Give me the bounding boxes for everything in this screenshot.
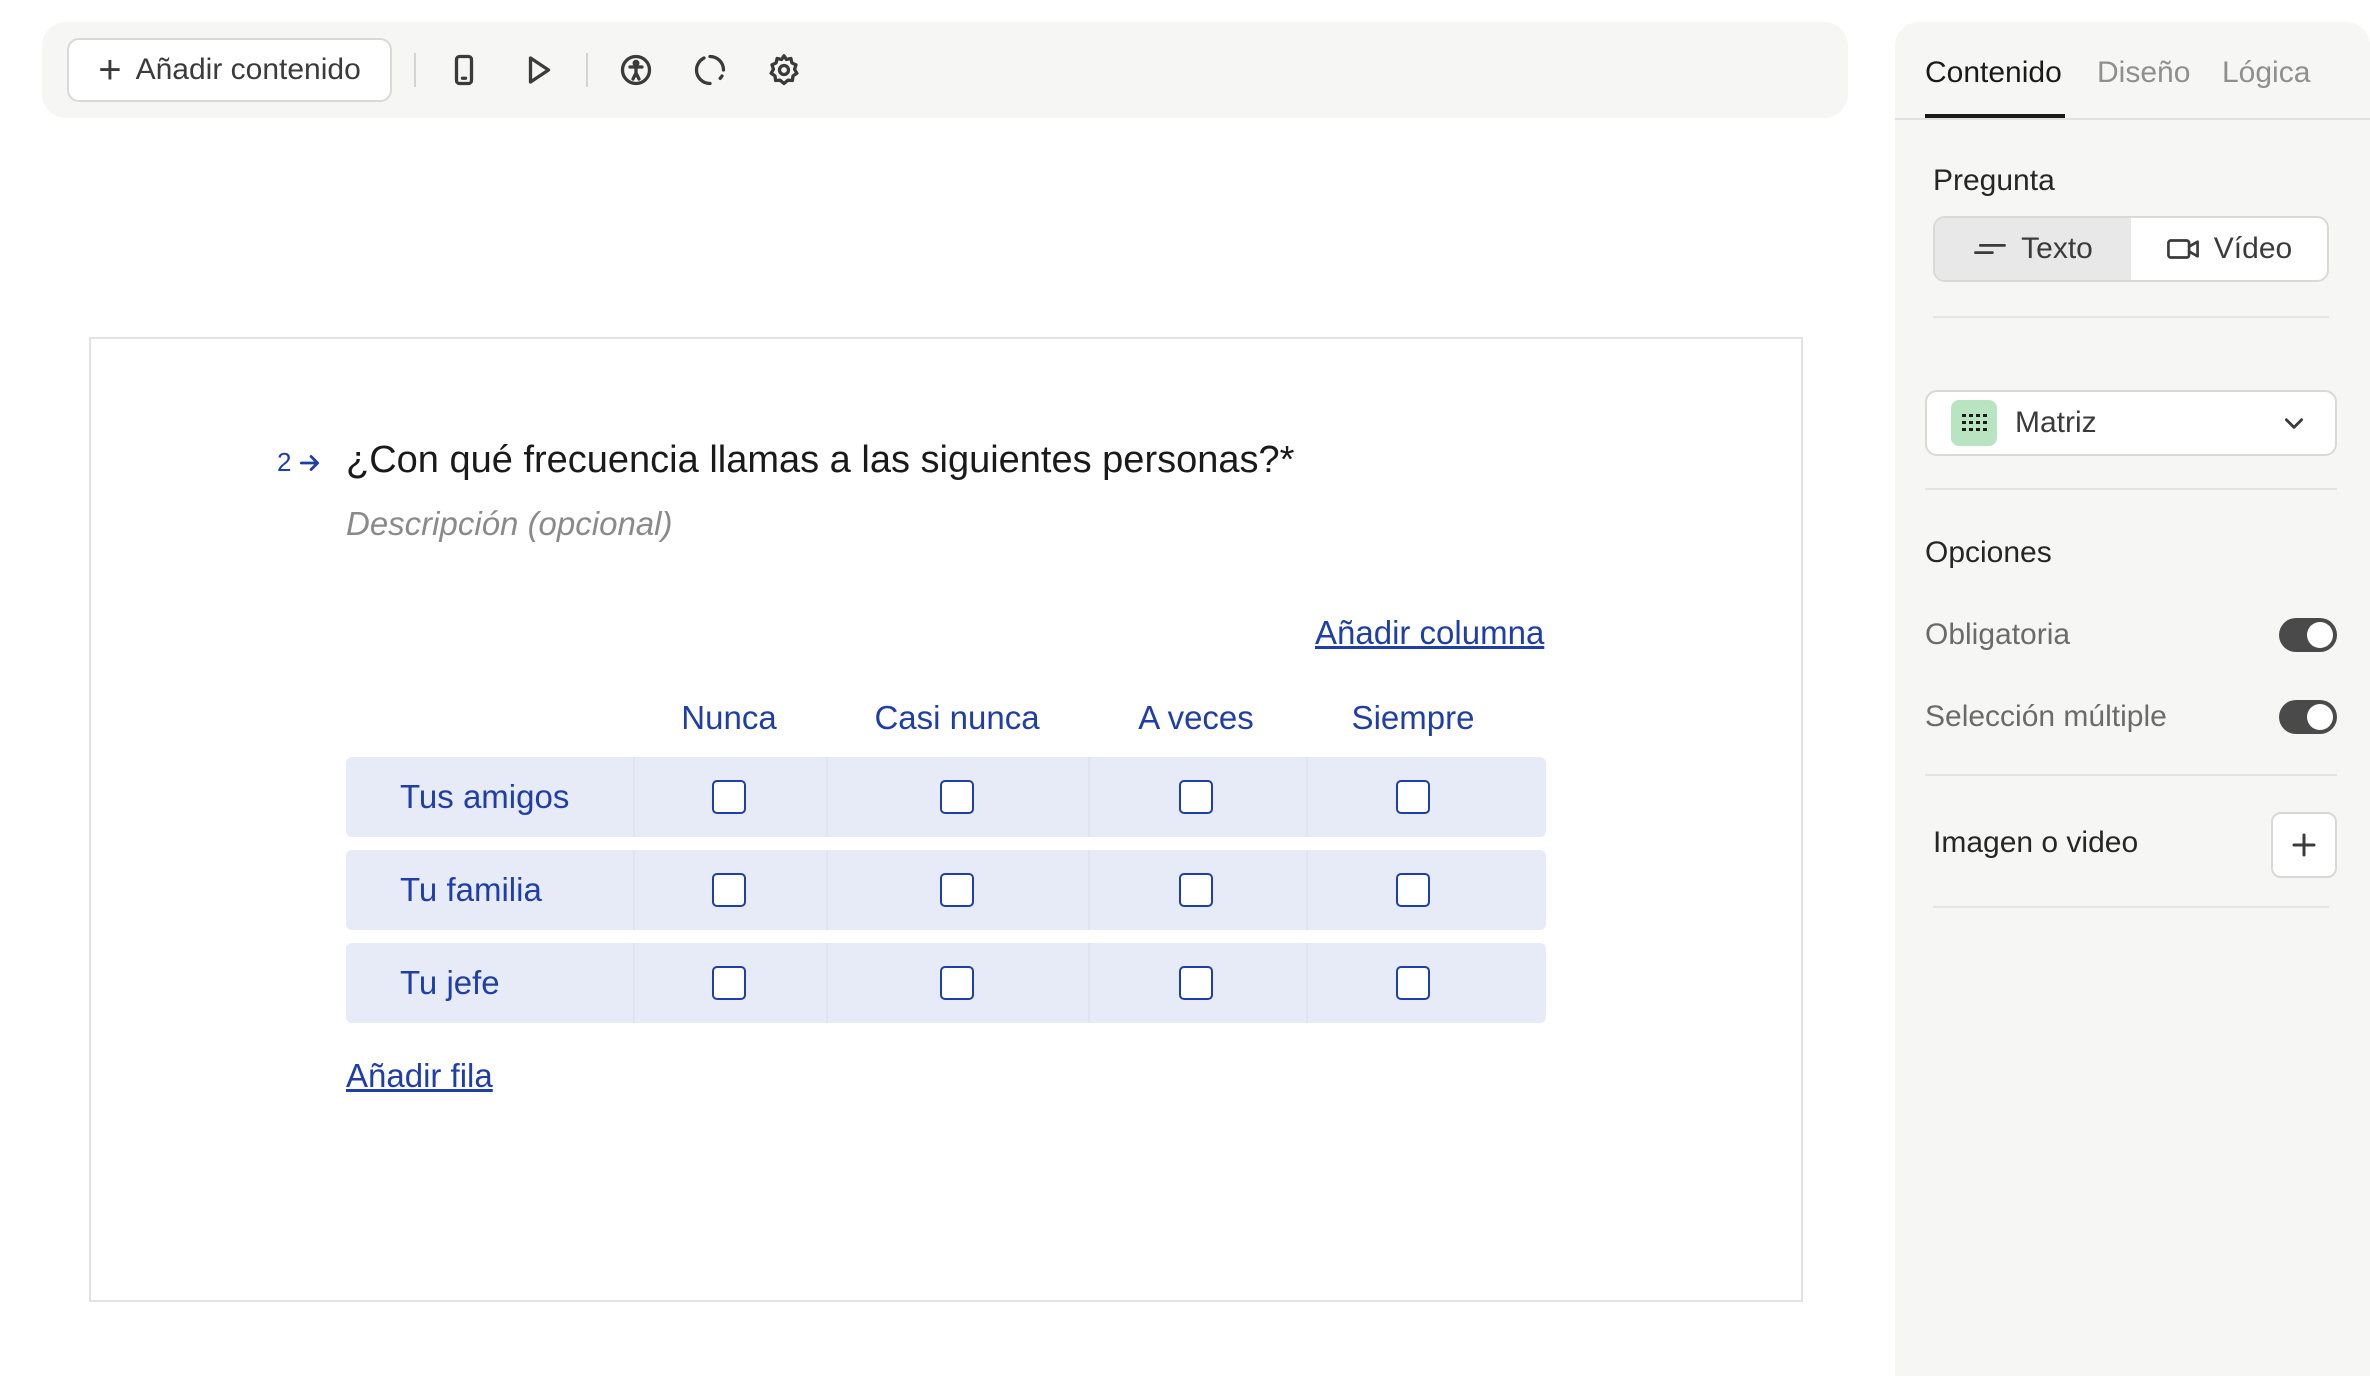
- add-row-link[interactable]: Añadir fila: [346, 1057, 493, 1095]
- question-format-toggle: Texto Vídeo: [1933, 216, 2329, 282]
- column-separator: [826, 757, 828, 837]
- matrix-checkbox[interactable]: [1396, 966, 1430, 1000]
- plus-icon: [2292, 833, 2316, 857]
- panel-divider: [1925, 774, 2337, 776]
- play-icon[interactable]: [512, 44, 564, 96]
- matrix-checkbox[interactable]: [1179, 966, 1213, 1000]
- column-header[interactable]: A veces: [1138, 699, 1254, 737]
- accessibility-icon[interactable]: [610, 44, 662, 96]
- format-text-label: Texto: [2021, 232, 2093, 265]
- column-header[interactable]: Siempre: [1352, 699, 1475, 737]
- mobile-preview-icon[interactable]: [438, 44, 490, 96]
- matrix-row: Tu familia: [346, 850, 1546, 930]
- properties-panel: Contenido Diseño Lógica Pregunta Texto V…: [1895, 22, 2370, 1376]
- matrix-grid-icon: [1951, 400, 1997, 446]
- matrix-checkbox[interactable]: [940, 966, 974, 1000]
- chevron-down-icon: [2285, 418, 2303, 429]
- question-number: 2: [277, 447, 323, 478]
- toolbar-divider: [414, 53, 416, 87]
- column-separator: [826, 850, 828, 930]
- matrix-checkbox[interactable]: [940, 873, 974, 907]
- column-separator: [633, 943, 635, 1023]
- column-separator: [1306, 850, 1308, 930]
- tab-logic[interactable]: Lógica: [2222, 56, 2310, 90]
- options-label: Opciones: [1925, 536, 2052, 569]
- matrix-checkbox[interactable]: [1179, 780, 1213, 814]
- panel-divider: [1933, 316, 2329, 318]
- active-tab-indicator: [1925, 114, 2065, 118]
- add-content-label: Añadir contenido: [135, 53, 361, 86]
- column-separator: [1088, 850, 1090, 930]
- form-editor: + Añadir contenido 2 ¿Con qué frecuencia…: [0, 0, 2370, 1376]
- toolbar-divider: [586, 53, 588, 87]
- plus-icon: +: [98, 48, 122, 92]
- panel-tabs: Contenido Diseño Lógica: [1895, 22, 2370, 120]
- settings-icon[interactable]: [758, 44, 810, 96]
- matrix-row: Tus amigos: [346, 757, 1546, 837]
- question-label: Pregunta: [1933, 164, 2055, 197]
- matrix-checkbox[interactable]: [712, 873, 746, 907]
- text-lines-icon: [1974, 244, 2007, 254]
- matrix-grid: Nunca Casi nunca A veces Siempre Tus ami…: [346, 699, 1546, 1036]
- column-separator: [1088, 943, 1090, 1023]
- video-camera-icon: [2166, 239, 2199, 259]
- loading-icon[interactable]: [684, 44, 736, 96]
- matrix-checkbox[interactable]: [1396, 780, 1430, 814]
- multi-select-toggle[interactable]: [2279, 700, 2337, 734]
- toggle-knob: [2307, 704, 2333, 730]
- column-separator: [633, 757, 635, 837]
- add-media-button[interactable]: [2271, 812, 2337, 878]
- column-separator: [1306, 943, 1308, 1023]
- column-header[interactable]: Casi nunca: [874, 699, 1039, 737]
- required-option: Obligatoria: [1925, 618, 2337, 658]
- required-label: Obligatoria: [1925, 618, 2071, 651]
- matrix-row: Tu jefe: [346, 943, 1546, 1023]
- question-type-select[interactable]: Matriz: [1925, 390, 2337, 456]
- media-option: Imagen o video: [1933, 812, 2337, 878]
- panel-divider: [1933, 906, 2329, 908]
- column-separator: [633, 850, 635, 930]
- add-content-button[interactable]: + Añadir contenido: [67, 38, 392, 102]
- matrix-checkbox[interactable]: [712, 780, 746, 814]
- question-card: 2 ¿Con qué frecuencia llamas a las sigui…: [89, 337, 1803, 1302]
- matrix-checkbox[interactable]: [1179, 873, 1213, 907]
- matrix-checkbox[interactable]: [1396, 873, 1430, 907]
- editor-toolbar: + Añadir contenido: [42, 22, 1848, 118]
- required-toggle[interactable]: [2279, 618, 2337, 652]
- tab-content[interactable]: Contenido: [1925, 56, 2062, 90]
- arrow-right-icon: [300, 454, 320, 471]
- column-separator: [826, 943, 828, 1023]
- column-header[interactable]: Nunca: [681, 699, 776, 737]
- matrix-checkbox[interactable]: [712, 966, 746, 1000]
- row-label[interactable]: Tu familia: [400, 871, 542, 909]
- tab-design[interactable]: Diseño: [2097, 56, 2190, 90]
- row-label[interactable]: Tus amigos: [400, 778, 569, 816]
- column-separator: [1088, 757, 1090, 837]
- multi-select-label: Selección múltiple: [1925, 700, 2167, 733]
- panel-divider: [1925, 488, 2337, 490]
- add-column-link[interactable]: Añadir columna: [1315, 614, 1544, 652]
- question-title[interactable]: ¿Con qué frecuencia llamas a las siguien…: [346, 439, 1294, 482]
- question-number-text: 2: [277, 447, 292, 477]
- question-description-input[interactable]: Descripción (opcional): [346, 505, 672, 543]
- row-label[interactable]: Tu jefe: [400, 964, 500, 1002]
- format-video-option[interactable]: Vídeo: [2131, 218, 2327, 280]
- column-separator: [1306, 757, 1308, 837]
- multi-select-option: Selección múltiple: [1925, 700, 2337, 740]
- media-label: Imagen o video: [1933, 826, 2139, 859]
- format-video-label: Vídeo: [2213, 232, 2293, 265]
- matrix-checkbox[interactable]: [940, 780, 974, 814]
- matrix-header: Nunca Casi nunca A veces Siempre: [346, 699, 1546, 757]
- format-text-option[interactable]: Texto: [1935, 218, 2131, 280]
- toggle-knob: [2307, 622, 2333, 648]
- question-type-value: Matriz: [2015, 406, 2097, 439]
